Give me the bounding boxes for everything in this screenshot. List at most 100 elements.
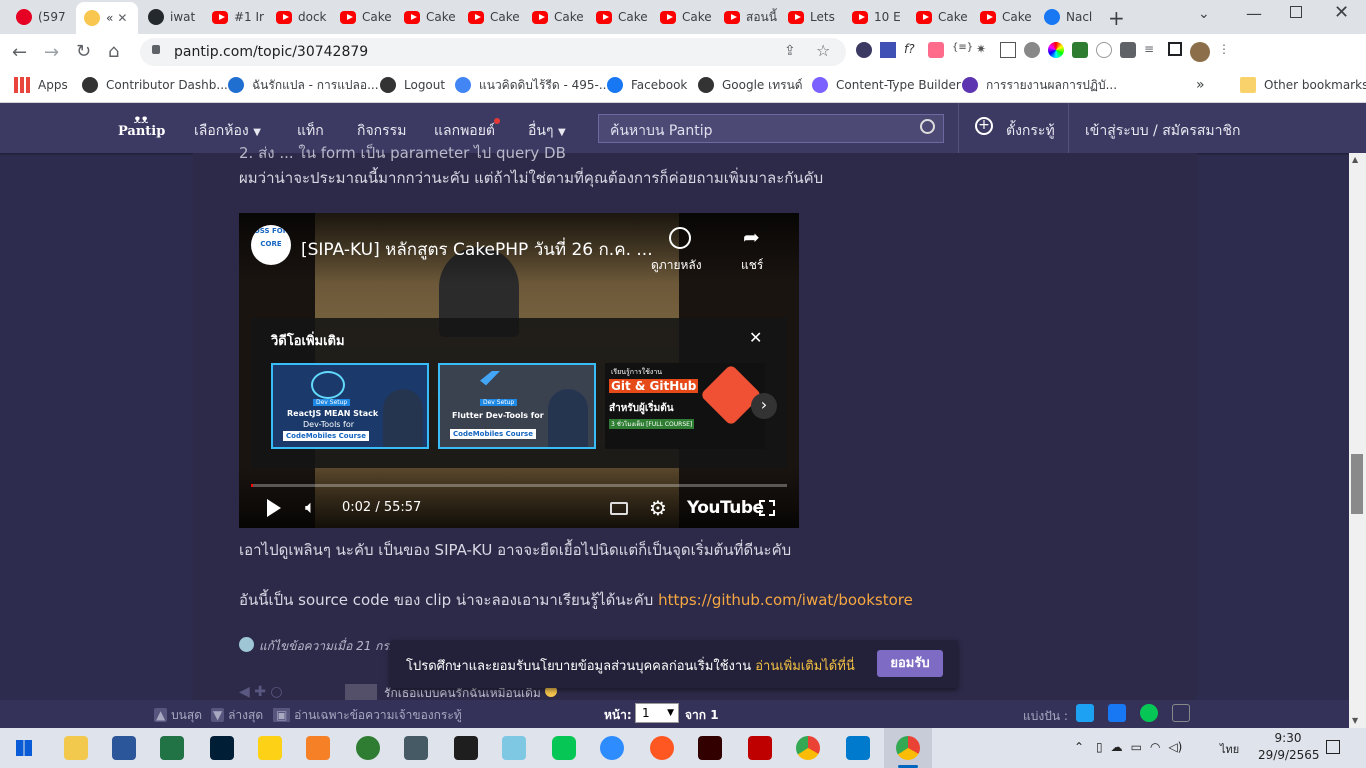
scroll-top-button[interactable]: ▲ บนสุด xyxy=(154,706,202,725)
bookmark-other[interactable]: Other bookmarks xyxy=(1240,76,1366,94)
extension-compass-icon[interactable] xyxy=(1096,42,1112,58)
browser-tab[interactable]: Cake xyxy=(588,4,650,30)
chrome-active-icon[interactable] xyxy=(896,736,920,760)
scroll-bottom-button[interactable]: ▼ ล่างสุด xyxy=(211,706,263,725)
speaker-icon[interactable]: ◁) xyxy=(1168,740,1182,754)
minimize-button[interactable]: — xyxy=(1246,4,1262,23)
browser-tab[interactable]: 10 E xyxy=(844,4,906,30)
browser-tab[interactable]: Nacl xyxy=(1036,4,1100,30)
clock-time[interactable]: 9:30 xyxy=(1258,731,1318,745)
profile-avatar[interactable] xyxy=(1190,42,1210,62)
lock-icon[interactable] xyxy=(152,45,160,54)
media-control-icon[interactable]: ≡ xyxy=(1144,42,1160,58)
app-icon[interactable] xyxy=(502,736,526,760)
close-icon[interactable]: ✕ xyxy=(749,328,762,347)
bookmark-item[interactable]: แนวคิดดิบไร้รีด - 495-... xyxy=(455,76,610,94)
bookmark-item[interactable]: Google เทรนด์ xyxy=(698,76,803,94)
browser-tab[interactable]: Cake xyxy=(908,4,970,30)
bookmark-item[interactable]: Facebook xyxy=(607,76,687,94)
windows-start-icon[interactable] xyxy=(16,740,32,756)
side-panel-icon[interactable] xyxy=(1168,42,1182,56)
create-topic-icon[interactable]: + xyxy=(975,117,993,135)
share-icon[interactable]: ➦ xyxy=(743,225,760,249)
fullscreen-icon[interactable] xyxy=(759,500,775,516)
notification-center-icon[interactable] xyxy=(1326,740,1340,754)
next-arrow-icon[interactable]: › xyxy=(751,393,777,419)
bookmark-star-icon[interactable]: ☆ xyxy=(816,41,830,60)
browser-tab[interactable]: «✕ xyxy=(76,2,138,34)
nav-choose-room[interactable]: เลือกห้อง ▼ xyxy=(194,120,261,142)
browser-tab[interactable]: dock xyxy=(268,4,330,30)
reload-icon[interactable]: ↻ xyxy=(76,41,91,62)
excel-icon[interactable] xyxy=(160,736,184,760)
extension-video-icon[interactable] xyxy=(928,42,944,58)
browser-tab[interactable]: iwat xyxy=(140,4,202,30)
volume-icon[interactable]: 🔈︎ xyxy=(305,497,316,518)
back-icon[interactable]: ← xyxy=(12,42,27,63)
progress-track[interactable] xyxy=(251,484,787,487)
browser-tab[interactable]: Cake xyxy=(524,4,586,30)
line-share-icon[interactable] xyxy=(1140,704,1158,722)
create-topic-link[interactable]: ตั้งกระทู้ xyxy=(1006,120,1055,142)
share-label[interactable]: แชร์ xyxy=(741,256,763,275)
pantip-logo[interactable]: ᴥᴥ Pantip xyxy=(118,113,165,139)
watch-later-label[interactable]: ดูภายหลัง xyxy=(651,256,702,275)
play-icon[interactable] xyxy=(267,499,281,517)
page-select[interactable]: 1 ▼ xyxy=(635,703,679,723)
subtitles-icon[interactable] xyxy=(610,502,628,515)
scrollbar-thumb[interactable] xyxy=(1351,454,1363,514)
browser-tab[interactable]: Lets xyxy=(780,4,842,30)
extension-download-icon[interactable] xyxy=(856,42,872,58)
channel-avatar[interactable]: OSS FOR CORE xyxy=(251,225,291,265)
bookmark-item[interactable]: Contributor Dashb... xyxy=(82,76,228,94)
language-indicator[interactable]: ไทย xyxy=(1220,740,1239,758)
bookmark-item[interactable]: Content-Type Builder xyxy=(812,76,961,94)
browser-tab[interactable]: Cake xyxy=(332,4,394,30)
video-title[interactable]: [SIPA-KU] หลักสูตร CakePHP วันที่ 26 ก.ค… xyxy=(301,236,653,263)
zoom-icon[interactable] xyxy=(600,736,624,760)
twitter-share-icon[interactable] xyxy=(1076,704,1094,722)
nav-activities[interactable]: กิจกรรม xyxy=(357,120,406,142)
extension-json-icon[interactable]: {≡} xyxy=(952,42,973,58)
nav-points[interactable]: แลกพอยต์ xyxy=(434,120,495,142)
browser-tab[interactable]: #1 Ir xyxy=(204,4,266,30)
xampp-icon[interactable] xyxy=(306,736,330,760)
login-link[interactable]: เข้าสู่ระบบ / สมัครสมาชิก xyxy=(1085,120,1240,142)
extension-graduation-icon[interactable] xyxy=(880,42,896,58)
tray-icons[interactable]: ▯ ☁ ▭ ◠ ◁) xyxy=(1096,740,1182,754)
extension-bug-icon[interactable]: ✷ xyxy=(976,42,992,58)
youtube-logo[interactable]: YouTube xyxy=(687,498,764,518)
owner-only-button[interactable]: ▣ อ่านเฉพาะข้อความเจ้าของกระทู้ xyxy=(273,706,462,725)
nav-tags[interactable]: แท็ก xyxy=(297,120,324,142)
bookmark-item[interactable]: การรายงานผลการปฏิบั... xyxy=(962,76,1117,94)
share-page-icon[interactable]: ⇪ xyxy=(784,43,796,59)
facebook-share-icon[interactable] xyxy=(1108,704,1126,722)
chrome-icon[interactable] xyxy=(796,736,820,760)
browser-tab[interactable]: (597 xyxy=(8,4,72,30)
tray-device-icon[interactable]: ▯ xyxy=(1096,740,1103,754)
vscode-icon[interactable] xyxy=(846,736,870,760)
photoshop-icon[interactable] xyxy=(210,736,234,760)
calculator-icon[interactable] xyxy=(404,736,428,760)
link-share-icon[interactable] xyxy=(1172,704,1190,722)
wifi-icon[interactable]: ◠ xyxy=(1150,740,1160,754)
restore-button[interactable] xyxy=(1290,6,1302,18)
onedrive-icon[interactable]: ☁ xyxy=(1111,740,1123,754)
browser-tab[interactable]: Cake xyxy=(972,4,1034,30)
battery-icon[interactable]: ▭ xyxy=(1131,740,1142,754)
browser-tab[interactable]: Cake xyxy=(396,4,458,30)
page-scrollbar[interactable] xyxy=(1349,153,1366,728)
extension-color-icon[interactable] xyxy=(1048,42,1064,58)
illustrator-icon[interactable] xyxy=(698,736,722,760)
settings-gear-icon[interactable]: ⚙ xyxy=(649,496,667,520)
tab-search-icon[interactable]: ⌄ xyxy=(1198,6,1210,22)
postman-icon[interactable] xyxy=(650,736,674,760)
bookmark-item[interactable]: ฉันรักแปล - การแปลอ... xyxy=(228,76,379,94)
word-icon[interactable] xyxy=(112,736,136,760)
bookmark-apps[interactable]: Apps xyxy=(14,76,68,94)
video-thumb-1[interactable]: Dev Setup ReactJS MEAN Stack Dev-Tools f… xyxy=(271,363,429,449)
youtube-embed[interactable]: OSS FOR CORE [SIPA-KU] หลักสูตร CakePHP … xyxy=(239,213,799,528)
figma-icon[interactable] xyxy=(454,736,478,760)
video-thumb-3[interactable]: เรียนรู้การใช้งาน Git & GitHub สำหรับผู้… xyxy=(605,363,765,449)
vote-controls[interactable]: ◀ ✚ ○ xyxy=(239,684,283,700)
